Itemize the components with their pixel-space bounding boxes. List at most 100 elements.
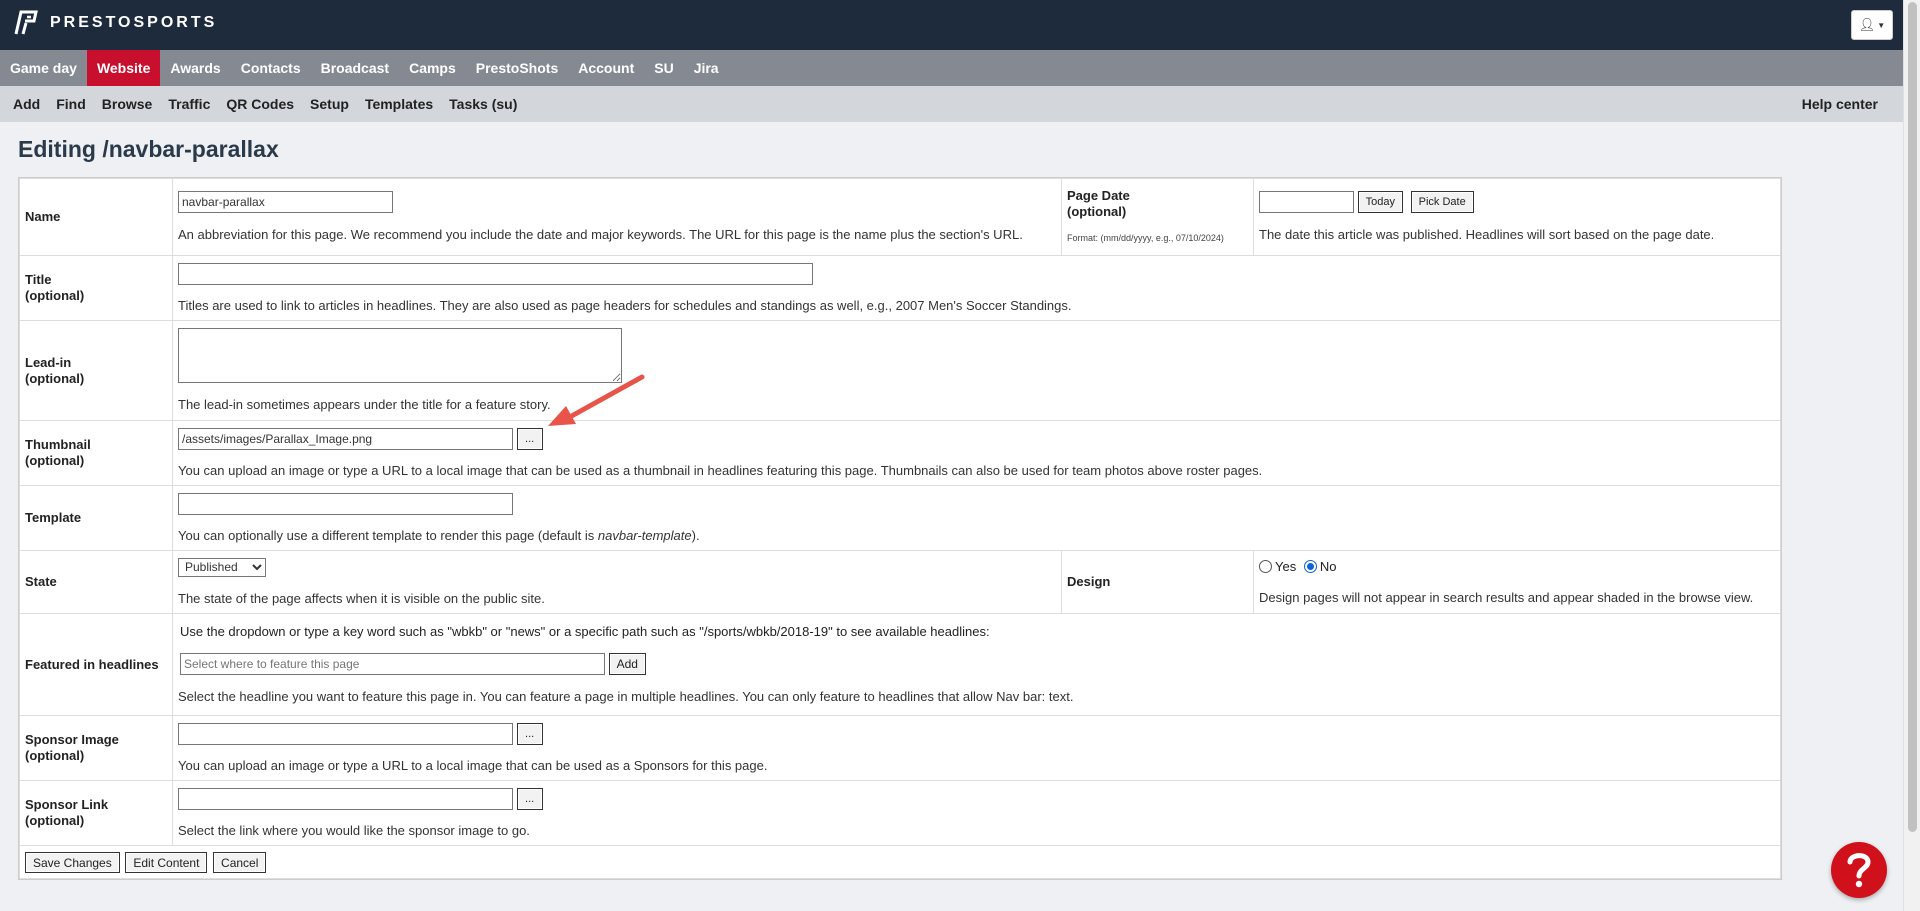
- row-actions: Save Changes Edit Content Cancel: [19, 845, 1781, 879]
- help-fab-button[interactable]: [1831, 842, 1887, 898]
- sub-nav-item-browse[interactable]: Browse: [102, 96, 153, 112]
- main-nav-item-camps[interactable]: Camps: [399, 50, 466, 86]
- template-help-suffix: ).: [691, 527, 700, 543]
- template-label: Template: [19, 485, 173, 551]
- title-label: Title: [25, 272, 52, 287]
- sub-nav-item-add[interactable]: Add: [13, 96, 40, 112]
- row-name: Name An abbreviation for this page. We r…: [19, 178, 1781, 256]
- main-nav-item-jira[interactable]: Jira: [684, 50, 729, 86]
- sponsor-image-input[interactable]: [178, 722, 513, 745]
- template-default-name: navbar-template: [597, 527, 692, 543]
- main-nav-item-contacts[interactable]: Contacts: [231, 50, 311, 86]
- design-yes-radio[interactable]: Yes: [1259, 559, 1296, 574]
- main-nav-item-prestoshots[interactable]: PrestoShots: [466, 50, 568, 86]
- sponsor-link-label-cell: Sponsor Link (optional): [19, 780, 173, 846]
- page-date-input[interactable]: [1259, 191, 1354, 213]
- template-help: You can optionally use a different templ…: [178, 528, 1775, 544]
- brand-name: PRESTOSPORTS: [50, 14, 218, 31]
- edit-content-button[interactable]: Edit Content: [125, 852, 208, 873]
- sponsor-link-help: Select the link where you would like the…: [178, 822, 530, 838]
- today-button[interactable]: Today: [1357, 191, 1403, 213]
- name-field-cell: An abbreviation for this page. We recomm…: [172, 178, 1062, 256]
- main-nav-item-website[interactable]: Website: [86, 50, 161, 86]
- lead-in-textarea[interactable]: [178, 328, 622, 383]
- row-thumbnail: Thumbnail (optional) ... You can upload …: [19, 420, 1781, 486]
- sub-nav-item-tasks-su[interactable]: Tasks (su): [449, 96, 517, 112]
- lead-in-optional: (optional): [25, 370, 85, 386]
- edit-page-form: Name An abbreviation for this page. We r…: [18, 177, 1782, 880]
- lead-in-label: Lead-in: [25, 354, 72, 370]
- featured-field-cell: Use the dropdown or type a key word such…: [172, 613, 1781, 716]
- template-help-prefix: You can optionally use a different templ…: [178, 527, 598, 543]
- featured-label: Featured in headlines: [19, 613, 173, 716]
- radio-checked-icon: [1303, 559, 1317, 573]
- sponsor-link-input[interactable]: [178, 787, 513, 810]
- page-date-optional: (optional): [1067, 204, 1127, 219]
- help-center-link[interactable]: Help center: [1802, 96, 1878, 112]
- title-optional: (optional): [25, 288, 85, 303]
- sponsor-image-label: Sponsor Image: [25, 732, 119, 747]
- template-field-cell: You can optionally use a different templ…: [172, 485, 1781, 551]
- design-label: Design: [1061, 550, 1254, 614]
- main-nav-item-account[interactable]: Account: [568, 50, 644, 86]
- row-sponsor-image: Sponsor Image (optional) ... You can upl…: [19, 715, 1781, 781]
- brand-logo[interactable]: PRESTOSPORTS: [14, 10, 217, 36]
- caret-down-icon: ▼: [1877, 20, 1886, 30]
- state-select[interactable]: Published: [178, 557, 266, 577]
- lead-in-field-cell: The lead-in sometimes appears under the …: [172, 320, 1781, 421]
- sub-nav-item-setup[interactable]: Setup: [310, 96, 349, 112]
- row-sponsor-link: Sponsor Link (optional) ... Select the l…: [19, 780, 1781, 846]
- page-date-help: The date this article was published. Hea…: [1259, 227, 1715, 242]
- page-date-label-cell: Page Date (optional) Format: (mm/dd/yyyy…: [1061, 178, 1254, 256]
- state-field-cell: Published The state of the page affects …: [172, 550, 1062, 614]
- thumbnail-optional: (optional): [25, 453, 85, 468]
- featured-search-input[interactable]: [180, 653, 605, 675]
- pick-date-button[interactable]: Pick Date: [1410, 191, 1474, 213]
- sub-nav-item-traffic[interactable]: Traffic: [168, 96, 210, 112]
- featured-add-button[interactable]: Add: [608, 653, 646, 675]
- sub-nav: Add Find Browse Traffic QR Codes Setup Templat…: [0, 86, 1920, 122]
- lead-in-help: The lead-in sometimes appears under the …: [178, 397, 551, 412]
- title-input[interactable]: [178, 262, 813, 285]
- scrollbar-thumb[interactable]: [1908, 2, 1917, 832]
- thumbnail-browse-button[interactable]: ...: [516, 427, 543, 450]
- cancel-button[interactable]: Cancel: [213, 852, 267, 873]
- thumbnail-label: Thumbnail: [25, 437, 91, 452]
- design-no-radio[interactable]: No: [1303, 558, 1337, 574]
- design-field-cell: Yes No Design pages will not appear in s…: [1253, 550, 1781, 614]
- state-label: State: [19, 550, 173, 614]
- sponsor-image-label-cell: Sponsor Image (optional): [19, 715, 173, 781]
- thumbnail-label-cell: Thumbnail (optional): [19, 420, 173, 486]
- thumbnail-field-cell: ... You can upload an image or type a UR…: [172, 420, 1781, 486]
- state-help: The state of the page affects when it is…: [178, 590, 545, 606]
- design-yes-label: Yes: [1275, 558, 1297, 574]
- sponsor-link-browse-button[interactable]: ...: [516, 787, 543, 810]
- user-menu-button[interactable]: 👤︎ ▼: [1851, 10, 1893, 40]
- main-nav-item-awards[interactable]: Awards: [160, 50, 230, 86]
- main-nav-item-su[interactable]: SU: [644, 50, 683, 86]
- page-date-label: Page Date: [1067, 188, 1130, 203]
- sub-nav-item-qr-codes[interactable]: QR Codes: [226, 96, 294, 112]
- page-date-field-cell: Today Pick Date The date this article wa…: [1253, 178, 1781, 256]
- template-input[interactable]: [178, 492, 513, 515]
- main-nav-item-broadcast[interactable]: Broadcast: [311, 50, 399, 86]
- row-title: Title (optional) Titles are used to link…: [19, 255, 1781, 321]
- prestosports-logo-icon: [14, 10, 38, 35]
- sponsor-link-field-cell: ... Select the link where you would like…: [172, 780, 1781, 846]
- vertical-scrollbar[interactable]: [1903, 0, 1920, 911]
- design-no-label: No: [1319, 558, 1337, 574]
- sponsor-image-field-cell: ... You can upload an image or type a UR…: [172, 715, 1781, 781]
- save-changes-button[interactable]: Save Changes: [25, 852, 120, 873]
- thumbnail-input[interactable]: [178, 427, 513, 450]
- name-help: An abbreviation for this page. We recomm…: [178, 227, 1023, 242]
- sponsor-image-optional: (optional): [25, 748, 85, 763]
- main-nav-item-game-day[interactable]: Game day: [0, 50, 87, 86]
- sub-nav-item-find[interactable]: Find: [56, 96, 86, 112]
- name-input[interactable]: [178, 191, 393, 213]
- question-icon: [1847, 853, 1871, 888]
- sub-nav-item-templates[interactable]: Templates: [365, 96, 433, 112]
- sponsor-link-optional: (optional): [25, 813, 85, 828]
- title-help: Titles are used to link to articles in h…: [178, 297, 1072, 313]
- row-state: State Published The state of the page af…: [19, 550, 1781, 614]
- sponsor-image-browse-button[interactable]: ...: [516, 722, 543, 745]
